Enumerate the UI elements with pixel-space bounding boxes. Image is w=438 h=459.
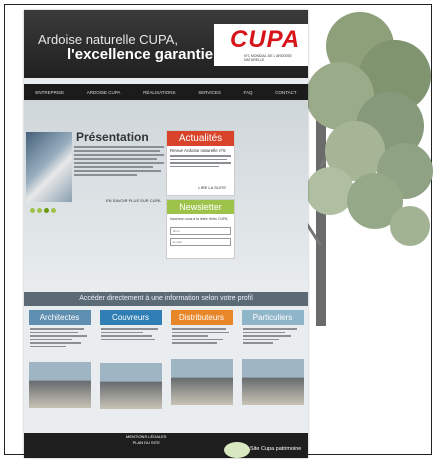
logo-subtext: N°1 MONDIAL DE L'ARDOISE NATURELLE — [244, 54, 292, 62]
sitemap-link[interactable]: PLAN DU SITE — [126, 440, 166, 446]
profile-title[interactable]: Particuliers — [241, 310, 304, 325]
footer-links: MENTIONS LÉGALES PLAN DU SITE — [126, 434, 166, 446]
newsletter-title: Newsletter — [167, 200, 234, 214]
profile-columns: Architectes Couvreurs Distributeurs Part… — [24, 310, 308, 430]
profile-links — [171, 325, 233, 349]
carousel-dot-active[interactable] — [44, 208, 49, 213]
news-box: Actualités Revue Ardoise naturelle nº6 L… — [166, 130, 235, 196]
news-more-link[interactable]: LIRE LA SUITE — [198, 185, 226, 190]
presentation-text — [74, 146, 164, 186]
profile-column-architectes[interactable]: Architectes — [28, 310, 91, 430]
presentation-more-link[interactable]: EN SAVOIR PLUS SUR CUPA — [106, 198, 161, 203]
hero-section: Présentation EN SAVOIR PLUS SUR CUPA Act… — [24, 100, 308, 290]
profile-access-bar: Accéder directement à une information se… — [24, 292, 308, 306]
carousel-dot[interactable] — [37, 208, 42, 213]
logo-text: CUPA — [230, 26, 301, 53]
house-photo — [241, 358, 304, 405]
carousel-dots — [30, 208, 56, 213]
website-mockup: Ardoise naturelle CUPA, l'excellence gar… — [24, 10, 308, 458]
tagline-line1: Ardoise naturelle CUPA, — [38, 32, 178, 47]
roof-photo — [99, 363, 162, 409]
profile-column-couvreurs[interactable]: Couvreurs — [99, 310, 162, 430]
nav-item-services[interactable]: SERVICES — [198, 90, 221, 95]
profile-column-distributeurs[interactable]: Distributeurs — [170, 310, 233, 430]
news-text — [167, 153, 234, 171]
nav-item-ardoise[interactable]: ARDOISE CUPA — [87, 90, 121, 95]
profile-title[interactable]: Architectes — [28, 310, 91, 325]
newsletter-name-field[interactable]: Nom — [170, 227, 231, 235]
newsletter-box: Newsletter Inscrivez-vous à la lettre d'… — [166, 199, 235, 259]
presentation-photo — [26, 132, 72, 202]
profile-links — [100, 325, 162, 345]
carousel-dot[interactable] — [30, 208, 35, 213]
site-header: Ardoise naturelle CUPA, l'excellence gar… — [24, 10, 308, 78]
tagline-line2: l'excellence garantie — [67, 46, 214, 63]
patrimoine-link[interactable]: Site Cupa patrimoine — [250, 446, 301, 452]
profile-links — [242, 325, 304, 349]
house-photo — [28, 362, 91, 408]
nav-item-contact[interactable]: CONTACT — [275, 90, 296, 95]
warehouse-photo — [170, 358, 233, 405]
newsletter-intro: Inscrivez-vous à la lettre d'info CUPA — [170, 217, 228, 221]
nav-item-faq[interactable]: FAQ — [244, 90, 253, 95]
presentation-title: Présentation — [76, 130, 149, 144]
nav-item-realisations[interactable]: RÉALISATIONS — [143, 90, 175, 95]
news-title: Actualités — [167, 131, 234, 146]
cupa-logo[interactable]: CUPA N°1 MONDIAL DE L'ARDOISE NATURELLE — [214, 24, 308, 66]
carousel-dot[interactable] — [51, 208, 56, 213]
profile-links — [29, 325, 91, 352]
main-nav: ENTREPRISE ARDOISE CUPA RÉALISATIONS SER… — [24, 84, 308, 100]
patrimoine-badge-icon — [224, 442, 250, 458]
profile-title[interactable]: Couvreurs — [99, 310, 162, 325]
profile-column-particuliers[interactable]: Particuliers — [241, 310, 304, 430]
nav-item-entreprise[interactable]: ENTREPRISE — [35, 90, 64, 95]
newsletter-email-field[interactable]: E-mail — [170, 238, 231, 246]
news-headline[interactable]: Revue Ardoise naturelle nº6 — [167, 146, 234, 153]
site-footer: MENTIONS LÉGALES PLAN DU SITE Site Cupa … — [24, 433, 308, 458]
tree-illustration — [300, 12, 433, 326]
profile-title[interactable]: Distributeurs — [170, 310, 233, 325]
